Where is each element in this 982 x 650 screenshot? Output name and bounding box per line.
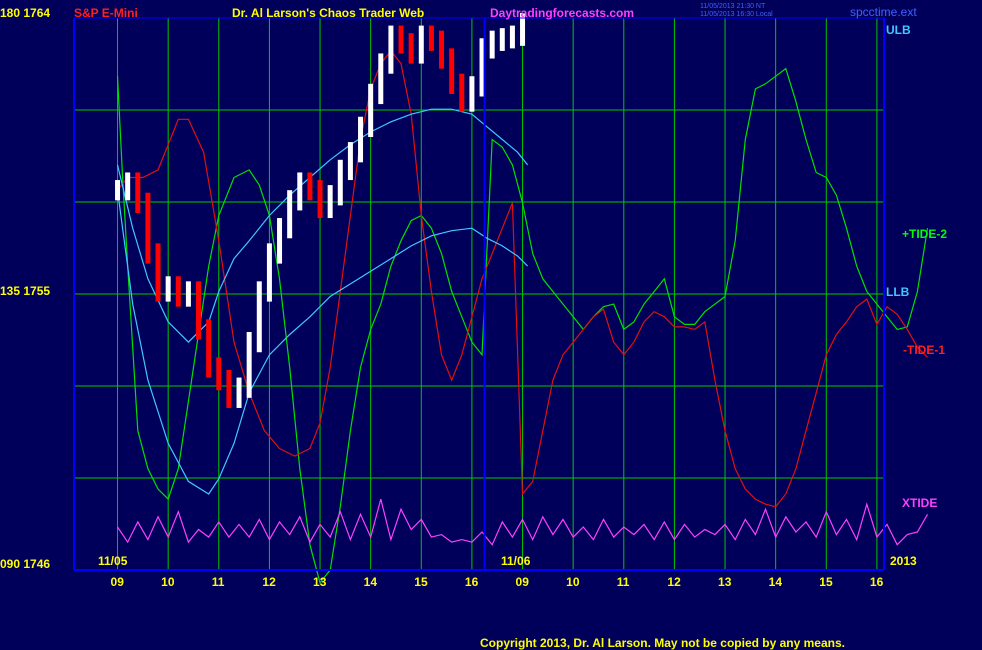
x-tick-label: 14 xyxy=(363,575,378,589)
price-bar xyxy=(408,33,414,64)
label-ulb: ULB xyxy=(886,23,911,37)
page-title: Dr. Al Larson's Chaos Trader Web xyxy=(232,6,425,20)
price-bar xyxy=(175,276,181,307)
x-tick-label: 13 xyxy=(313,575,327,589)
price-bar xyxy=(489,30,495,59)
chart-svg xyxy=(73,12,929,585)
date-label-1: 11/05 xyxy=(98,554,128,568)
x-tick-label: 10 xyxy=(161,575,175,589)
x-tick-label: 11 xyxy=(211,575,225,589)
price-bar xyxy=(439,30,445,69)
price-bar xyxy=(165,276,171,302)
price-bar xyxy=(499,28,505,51)
series-line xyxy=(116,190,529,495)
price-bar xyxy=(145,192,151,264)
price-bar xyxy=(378,53,384,105)
price-bar xyxy=(185,281,191,307)
price-bar xyxy=(277,218,283,264)
price-bar xyxy=(418,25,424,64)
x-tick-label: 09 xyxy=(110,575,124,589)
price-bar xyxy=(449,48,455,94)
timestamp-2: 11/05/2013 16:30 Local xyxy=(700,11,773,18)
x-tick-label: 14 xyxy=(768,575,783,589)
price-bar xyxy=(337,159,343,206)
series-line xyxy=(116,108,529,343)
price-bar xyxy=(307,172,313,201)
y-label-top: 180 1764 xyxy=(0,6,51,20)
price-bar xyxy=(327,185,333,219)
price-bar xyxy=(469,76,475,112)
price-bar xyxy=(226,369,232,408)
file-name: spcctime.ext xyxy=(850,5,917,19)
price-bar xyxy=(358,116,364,163)
x-tick-label: 09 xyxy=(515,575,529,589)
price-bar xyxy=(155,243,161,302)
date-label-2: 11/06 xyxy=(501,554,531,568)
label-tide-plus: +TIDE-2 xyxy=(902,227,948,241)
x-tick-label: 15 xyxy=(819,575,833,589)
price-bar xyxy=(398,25,404,54)
price-bar xyxy=(287,190,293,239)
price-bar xyxy=(317,180,323,219)
x-tick-label: 13 xyxy=(718,575,732,589)
x-tick-label: 10 xyxy=(566,575,580,589)
x-tick-label: 11 xyxy=(616,575,630,589)
y-label-bottom: 090 1746 xyxy=(0,557,51,571)
copyright: Copyright 2013, Dr. Al Larson. May not b… xyxy=(480,636,845,650)
timestamp-1: 11/05/2013 21:30 NT xyxy=(700,3,766,10)
price-bar xyxy=(135,172,141,213)
price-bar xyxy=(236,377,242,408)
x-tick-label: 15 xyxy=(414,575,428,589)
price-bar xyxy=(347,142,353,181)
price-bar xyxy=(388,25,394,74)
site-name: Daytradingforecasts.com xyxy=(490,6,635,20)
price-bar xyxy=(246,331,252,398)
price-bar xyxy=(428,25,434,51)
price-bar xyxy=(216,357,222,391)
y-label-mid: 135 1755 xyxy=(0,284,51,298)
grid xyxy=(74,18,884,570)
label-llb: LLB xyxy=(886,285,910,299)
price-bar xyxy=(115,180,121,201)
price-bar xyxy=(196,281,202,340)
label-xtide: XTIDE xyxy=(902,496,938,510)
x-tick-label: 12 xyxy=(262,575,276,589)
price-bar xyxy=(206,319,212,378)
x-tick-label: 16 xyxy=(869,575,884,589)
price-bar xyxy=(266,243,272,302)
x-tick-label: 12 xyxy=(667,575,681,589)
label-tide-minus: -TIDE-1 xyxy=(903,343,945,357)
price-bar xyxy=(509,25,515,49)
x-tick-label: 16 xyxy=(464,575,479,589)
price-bar xyxy=(256,281,262,353)
price-bar xyxy=(459,73,465,112)
price-bar xyxy=(368,83,374,138)
price-bar xyxy=(297,172,303,211)
price-bar xyxy=(125,172,131,201)
year-label: 2013 xyxy=(890,554,917,568)
symbol-title: S&P E-Mini xyxy=(74,6,138,20)
